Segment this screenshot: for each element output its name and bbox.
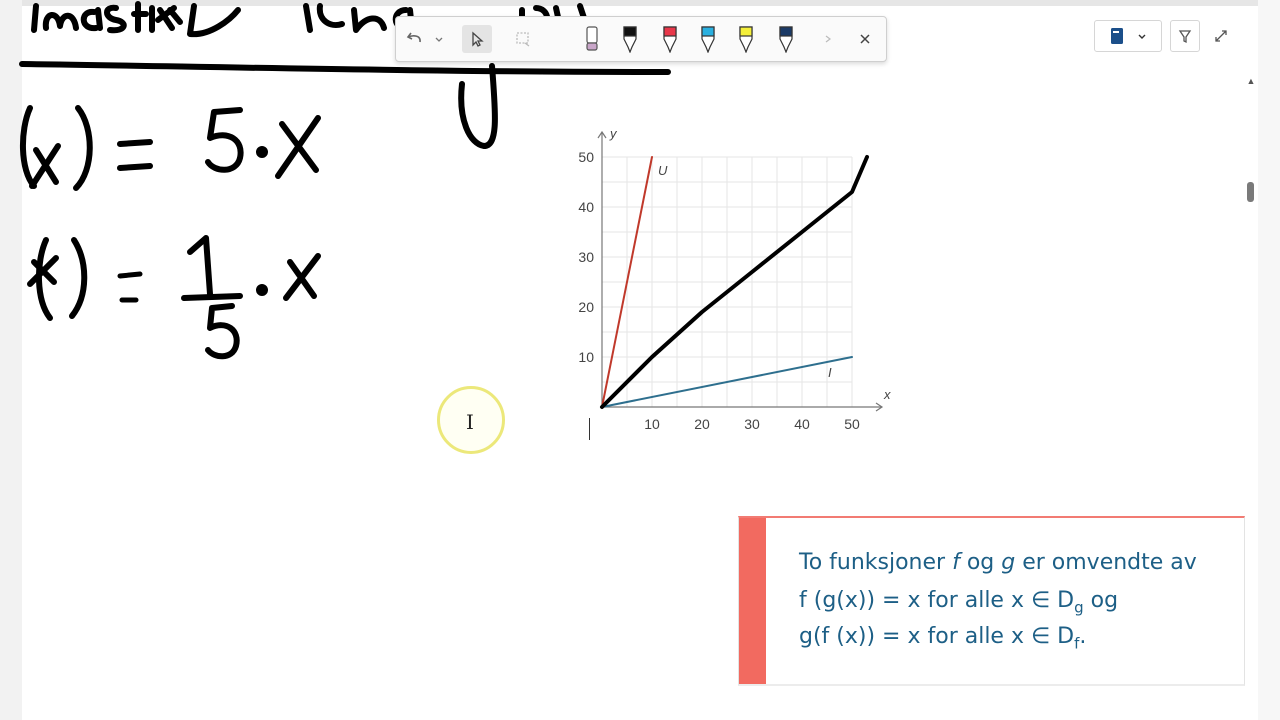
close-icon [860,34,870,44]
formula-text: g(f (x)) = x for alle x ∈ D [799,624,1075,649]
funnel-icon [1178,30,1192,44]
undo-button[interactable] [402,25,428,53]
chevron-down-icon [1138,34,1146,39]
more-pens-button[interactable] [820,25,836,53]
pen-navy-button[interactable] [774,25,798,53]
definition-text: To funksjoner [799,550,953,575]
x-tick-label: 50 [844,416,860,432]
definition-line-3: g(f (x)) = x for alle x ∈ Df. [799,624,1086,652]
x-tick-label: 10 [644,416,660,432]
eraser-icon [586,26,598,51]
notebook-icon [1111,28,1123,44]
ink-toolbar [395,16,887,62]
y-tick-label: 50 [578,149,594,165]
formula-text: . [1079,624,1087,649]
text-caret [589,418,590,440]
chevron-right-icon [825,35,831,43]
pen-icon [663,26,677,53]
eraser-button[interactable] [580,25,604,53]
line-chart: x y 10 20 30 40 50 10 20 30 40 50 U I [578,126,891,432]
definition-line-2: f (g(x)) = x for alle x ∈ Dg og [799,588,1118,616]
chevron-down-icon [435,37,443,42]
definition-text: og [959,550,1002,575]
undo-icon [406,32,421,43]
lasso-button[interactable] [508,25,538,53]
formula-text: f (g(x)) = x for alle x ∈ D [799,588,1075,613]
expand-icon [1215,30,1227,42]
definition-box: To funksjoner f og g er omvendte av f (g… [738,516,1245,686]
series-label: U [658,163,668,178]
y-tick-label: 20 [578,299,594,315]
pointer-icon [472,31,484,47]
x-axis-label: x [883,387,891,402]
undo-dropdown[interactable] [432,25,446,53]
lasso-icon [516,32,530,47]
pen-cyan-button[interactable] [696,25,720,53]
filter-button[interactable] [1170,20,1200,52]
pen-black-button[interactable] [618,25,642,53]
pen-icon [739,26,753,53]
series-label: I [828,365,832,380]
expand-button[interactable] [1206,20,1236,52]
x-tick-label: 40 [794,416,810,432]
y-tick-label: 30 [578,249,594,265]
pen-icon [701,26,715,53]
select-tool-button[interactable] [462,25,492,53]
formula-subscript: g [1074,598,1084,617]
text-cursor-icon: I [466,410,474,434]
y-tick-label: 10 [578,349,594,365]
formula-text: og [1083,588,1119,613]
pen-red-button[interactable] [658,25,682,53]
pen-yellow-button[interactable] [734,25,758,53]
function-f: f [952,550,960,575]
pen-icon [623,26,637,53]
x-tick-label: 20 [694,416,710,432]
definition-line-1: To funksjoner f og g er omvendte av [799,550,1197,575]
definition-text: er omvendte av [1015,550,1197,575]
notebook-button[interactable] [1094,20,1162,52]
x-tick-label: 30 [744,416,760,432]
y-tick-label: 40 [578,199,594,215]
y-axis-label: y [609,126,618,141]
pen-icon [779,26,793,53]
close-toolbar-button[interactable] [852,25,878,53]
function-g: g [1001,550,1016,575]
definition-accent-bar [739,518,766,684]
